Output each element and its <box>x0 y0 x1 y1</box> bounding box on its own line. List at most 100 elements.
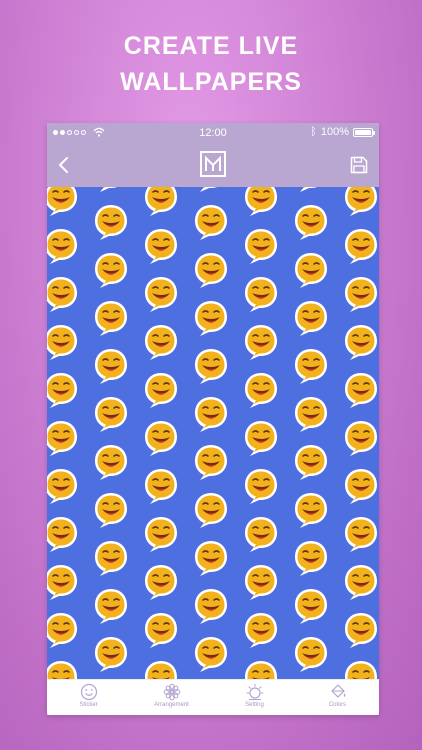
status-bar: 12:00 ᛒ 100% <box>47 123 379 143</box>
emoji-sticker <box>47 371 79 409</box>
nav-bar <box>47 143 379 187</box>
emoji-sticker <box>47 187 79 217</box>
emoji-sticker <box>93 491 129 529</box>
emoji-sticker <box>193 187 229 193</box>
emoji-sticker <box>343 275 379 313</box>
smiley-icon <box>80 683 97 701</box>
emoji-sticker <box>47 419 79 457</box>
emoji-sticker <box>93 635 129 673</box>
emoji-sticker <box>143 659 179 679</box>
emoji-sticker <box>193 299 229 337</box>
bluetooth-icon: ᛒ <box>310 126 317 138</box>
emoji-sticker <box>47 563 79 601</box>
emoji-sticker <box>193 491 229 529</box>
floppy-save-icon[interactable] <box>350 156 368 174</box>
emoji-sticker <box>243 563 279 601</box>
emoji-sticker <box>293 635 329 673</box>
emoji-sticker <box>193 347 229 385</box>
chevron-left-icon[interactable] <box>57 155 71 175</box>
wallpaper-preview[interactable] <box>47 187 379 679</box>
emoji-sticker <box>293 395 329 433</box>
emoji-sticker <box>343 659 379 679</box>
emoji-sticker <box>243 371 279 409</box>
emoji-sticker <box>343 563 379 601</box>
emoji-sticker <box>243 227 279 265</box>
emoji-sticker <box>47 275 79 313</box>
headline-line-1: CREATE LIVE <box>123 32 299 60</box>
tab-arrangement-label: Arrangement <box>154 702 189 708</box>
phone-frame: 12:00 ᛒ 100% Sticker Arrangement Setting… <box>47 123 379 715</box>
sun-gear-icon <box>245 683 264 701</box>
emoji-sticker <box>193 635 229 673</box>
emoji-sticker <box>293 299 329 337</box>
emoji-sticker <box>193 443 229 481</box>
emoji-sticker <box>243 187 279 217</box>
emoji-sticker <box>243 467 279 505</box>
battery-percent: 100% <box>320 126 349 138</box>
emoji-sticker <box>93 443 129 481</box>
tab-setting-label: Setting <box>245 702 264 708</box>
emoji-sticker <box>293 443 329 481</box>
emoji-sticker <box>143 419 179 457</box>
emoji-sticker <box>193 251 229 289</box>
headline: CREATE LIVE WALLPAPERS <box>0 28 422 100</box>
emoji-sticker <box>93 299 129 337</box>
emoji-sticker <box>343 227 379 265</box>
tab-bar: Sticker Arrangement Setting Colors <box>47 679 379 715</box>
battery-icon <box>353 127 375 137</box>
emoji-sticker <box>93 251 129 289</box>
emoji-sticker <box>47 659 79 679</box>
emoji-sticker <box>343 611 379 649</box>
emoji-sticker <box>293 187 329 193</box>
emoji-sticker <box>47 467 79 505</box>
emoji-sticker <box>243 515 279 553</box>
emoji-sticker <box>293 491 329 529</box>
emoji-sticker <box>47 611 79 649</box>
emoji-sticker <box>293 587 329 625</box>
emoji-sticker <box>93 187 129 193</box>
tab-sticker-label: Sticker <box>79 702 98 708</box>
emoji-sticker <box>243 419 279 457</box>
emoji-sticker <box>193 587 229 625</box>
emoji-sticker <box>143 323 179 361</box>
emoji-sticker <box>143 467 179 505</box>
emoji-sticker <box>143 187 179 217</box>
emoji-sticker <box>293 203 329 241</box>
emoji-sticker <box>293 539 329 577</box>
emoji-sticker <box>93 539 129 577</box>
emoji-sticker <box>243 659 279 679</box>
emoji-sticker <box>343 467 379 505</box>
emoji-sticker <box>343 187 379 217</box>
emoji-sticker <box>93 347 129 385</box>
emoji-sticker <box>193 203 229 241</box>
monogram-logo-icon <box>200 151 226 177</box>
emoji-sticker <box>93 587 129 625</box>
emoji-sticker <box>93 395 129 433</box>
emoji-sticker <box>143 563 179 601</box>
emoji-sticker <box>143 611 179 649</box>
tab-colors[interactable]: Colors <box>296 680 379 715</box>
emoji-sticker <box>47 227 79 265</box>
flower-grid-icon <box>163 683 180 701</box>
tab-setting[interactable]: Setting <box>213 680 296 715</box>
emoji-sticker <box>343 515 379 553</box>
emoji-sticker <box>193 539 229 577</box>
emoji-sticker <box>293 251 329 289</box>
emoji-sticker <box>143 275 179 313</box>
emoji-sticker <box>243 323 279 361</box>
emoji-sticker <box>47 323 79 361</box>
paint-bucket-icon <box>330 684 345 698</box>
emoji-sticker <box>343 419 379 457</box>
emoji-sticker <box>193 395 229 433</box>
emoji-sticker <box>143 515 179 553</box>
emoji-sticker <box>293 347 329 385</box>
tab-colors-label: Colors <box>328 702 347 708</box>
emoji-sticker <box>143 227 179 265</box>
emoji-sticker <box>47 515 79 553</box>
tab-sticker[interactable]: Sticker <box>47 680 130 715</box>
emoji-sticker <box>243 275 279 313</box>
emoji-sticker <box>343 323 379 361</box>
emoji-sticker <box>343 371 379 409</box>
tab-arrangement[interactable]: Arrangement <box>130 680 213 715</box>
emoji-sticker <box>243 611 279 649</box>
